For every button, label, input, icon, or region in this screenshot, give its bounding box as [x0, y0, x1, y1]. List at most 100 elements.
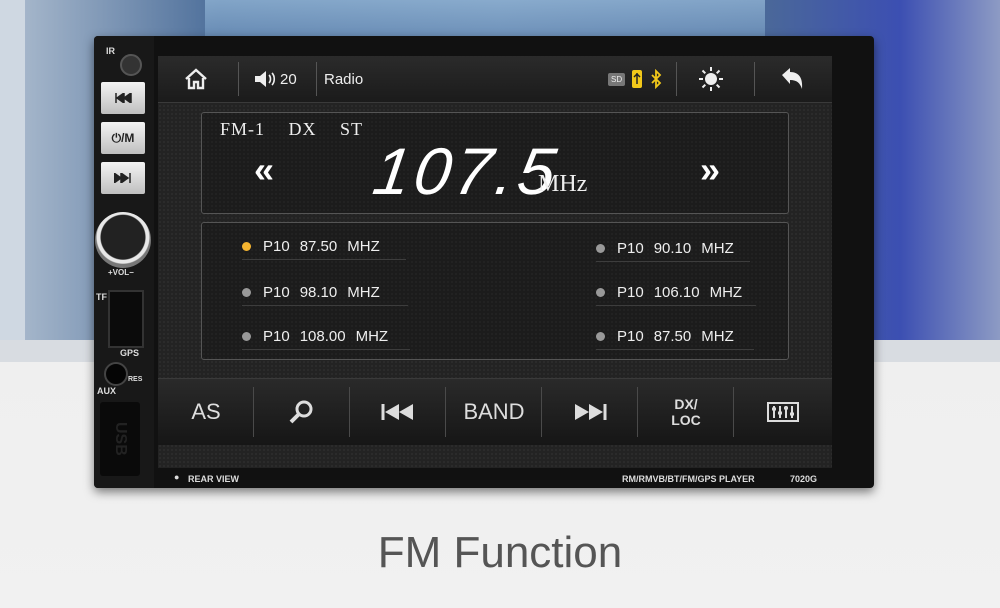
band-button[interactable]: BAND [446, 379, 542, 445]
vol-label: +VOL− [108, 268, 134, 277]
sd-card-slot[interactable] [108, 290, 144, 348]
next-track-button[interactable] [542, 379, 638, 445]
preset-active-indicator [242, 241, 251, 251]
search-icon [289, 400, 313, 424]
preset-item[interactable]: P10 87.50 MHZ [596, 325, 754, 350]
next-icon [575, 404, 607, 420]
side-panel: IR ⏻/M +VOL− TF GPS RES AUX USB [94, 36, 154, 488]
preset-unit: MHZ [701, 327, 734, 345]
divider [754, 62, 755, 96]
next-icon [114, 173, 131, 183]
preset-unit: MHZ [355, 327, 389, 345]
preset-slot: P10 [617, 283, 644, 301]
equalizer-icon [767, 402, 799, 422]
source-title: Radio [324, 70, 364, 88]
preset-frequency: 98.10 [299, 283, 338, 301]
speaker-icon [255, 71, 276, 87]
dx-loc-button[interactable]: DX/ LOC [638, 379, 734, 445]
preset-unit: MHZ [709, 283, 743, 301]
ir-label: IR [106, 46, 115, 56]
usb-port-cover[interactable]: USB [100, 402, 140, 476]
seek-up-button[interactable]: » [700, 149, 720, 191]
touch-screen: 20 Radio SD FM-1 DX ST « 107.5 MHz » P10… [158, 56, 832, 468]
preset-slot: P10 [263, 327, 290, 345]
back-icon [782, 68, 803, 89]
divider [316, 62, 317, 96]
preset-indicator [596, 243, 605, 253]
status-icons: SD [608, 56, 663, 102]
brightness-button[interactable] [698, 56, 724, 102]
sd-icon: SD [608, 72, 626, 86]
dx-loc-label-bottom: LOC [671, 412, 701, 428]
res-label: RES [128, 376, 143, 383]
tf-label: TF [96, 292, 107, 302]
preset-slot: P10 [263, 283, 290, 301]
preset-unit: MHZ [347, 237, 380, 255]
volume-knob[interactable] [95, 212, 151, 268]
preset-slot: P10 [617, 239, 644, 257]
frequency-value: 107.5 [368, 134, 565, 208]
frequency-unit: MHz [538, 171, 588, 197]
search-button[interactable] [254, 379, 350, 445]
auto-store-label: AS [191, 399, 221, 424]
stereo-indicator: ST [340, 119, 364, 139]
dx-loc-label-top: DX/ [674, 396, 698, 412]
preset-frequency: 90.10 [653, 239, 692, 257]
head-unit: IR ⏻/M +VOL− TF GPS RES AUX USB 20 Radio… [94, 36, 874, 488]
back-button[interactable] [780, 56, 806, 102]
feature-caption: FM Function [377, 528, 623, 577]
preset-item[interactable]: P10 106.10 MHZ [596, 281, 756, 306]
preset-item[interactable]: P10 87.50 MHZ [242, 235, 406, 260]
previous-icon [381, 404, 413, 420]
preset-unit: MHZ [701, 239, 734, 257]
bezel-footer: ● REAR VIEW RM/RMVB/BT/FM/GPS PLAYER 702… [158, 468, 832, 488]
background-left-panel [0, 0, 25, 340]
prev-hardware-button[interactable] [101, 82, 145, 114]
frequency-display: FM-1 DX ST « 107.5 MHz » [201, 112, 789, 214]
preset-frequency: 87.50 [653, 327, 692, 345]
home-button[interactable] [184, 56, 208, 102]
tuner-flags: FM-1 DX ST [220, 119, 381, 140]
preset-item[interactable]: P10 90.10 MHZ [596, 237, 750, 262]
usb-icon [632, 70, 643, 88]
preset-list: P10 87.50 MHZ P10 90.10 MHZ P10 98.10 MH… [201, 222, 789, 360]
bottom-control-bar: AS BAND DX/ LOC [158, 378, 832, 445]
preset-indicator [242, 287, 251, 297]
model-label: 7020G [790, 474, 818, 484]
rear-view-label: REAR VIEW [188, 474, 240, 484]
bluetooth-icon [651, 69, 662, 89]
preset-item[interactable]: P10 108.00 MHZ [242, 325, 410, 350]
equalizer-button[interactable] [734, 379, 832, 445]
home-icon [185, 68, 207, 90]
preset-indicator [596, 331, 605, 341]
prev-icon [115, 93, 132, 103]
preset-indicator [596, 287, 605, 297]
volume-value: 20 [280, 70, 297, 88]
divider [238, 62, 239, 96]
top-bar: 20 Radio SD [158, 56, 832, 103]
divider [676, 62, 677, 96]
preset-slot: P10 [263, 237, 290, 255]
preset-frequency: 106.10 [653, 283, 700, 301]
preset-frequency: 87.50 [299, 237, 338, 255]
formats-label: RM/RMVB/BT/FM/GPS PLAYER [622, 474, 755, 484]
aux-jack[interactable] [104, 362, 128, 386]
preset-item[interactable]: P10 98.10 MHZ [242, 281, 408, 306]
power-mode-button[interactable]: ⏻/M [101, 122, 145, 154]
band-label: BAND [463, 399, 525, 424]
gps-label: GPS [120, 348, 140, 358]
seek-down-button[interactable]: « [254, 149, 274, 191]
volume-indicator[interactable]: 20 [254, 56, 297, 102]
preset-frequency: 108.00 [299, 327, 346, 345]
preset-indicator [242, 331, 251, 341]
prev-track-button[interactable] [350, 379, 446, 445]
band-indicator: FM-1 [220, 119, 266, 139]
brightness-icon [699, 67, 723, 91]
preset-unit: MHZ [347, 283, 380, 301]
mic-icon [120, 54, 142, 76]
next-hardware-button[interactable] [101, 162, 145, 194]
preset-slot: P10 [617, 327, 644, 345]
background-top-glare [205, 0, 765, 40]
auto-store-button[interactable]: AS [158, 379, 254, 445]
dx-indicator: DX [288, 119, 317, 139]
